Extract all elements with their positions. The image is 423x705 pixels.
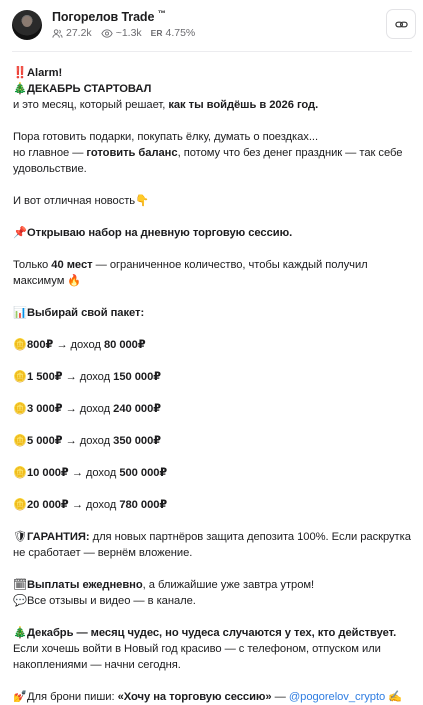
package-income: 240 000₽ [113,403,161,415]
package-amount: 20 000₽ [27,499,69,511]
balance-line: но главное — готовить баланс, потому что… [13,145,411,177]
channel-avatar[interactable] [12,10,42,40]
share-link-button[interactable] [386,9,416,39]
balance-text-a: но главное — [13,147,87,159]
package-income: 780 000₽ [119,499,168,511]
alarm-text: Alarm! [27,67,63,79]
chart-icon: 📊 [13,307,27,319]
eye-icon [101,28,113,38]
views-count: ~1.3k [115,27,142,39]
point-down-icon: 👇 [135,195,149,207]
channel-name[interactable]: Погорелов Trade [52,10,154,24]
package-arrow: → доход [53,339,104,351]
subscribers-stat: 27.2k [52,27,92,39]
contact-phrase: «Хочу на торговую сессию» [117,691,272,703]
news-line: И вот отличная новость👇 [13,193,411,209]
package-amount: 10 000₽ [27,467,69,479]
fire-icon: 🔥 [67,275,82,287]
writing-hand-icon: ✍️ [388,691,403,703]
prep-line: Пора готовить подарки, покупать ёлку, ду… [13,129,411,145]
package-arrow: → доход [62,371,114,383]
package-item: 🪙5 000₽ → доход 350 000₽ [13,433,411,449]
contact-line: 💅Для брони пиши: «Хочу на торговую сесси… [13,689,411,705]
channel-title[interactable]: Погорелов Trade ™ [52,9,166,24]
december-line: 🎄ДЕКАБРЬ СТАРТОВАЛ [13,81,411,97]
package-item: 🪙3 000₽ → доход 240 000₽ [13,401,411,417]
subscribers-count: 27.2k [66,27,92,39]
header-divider [12,51,412,52]
contact-text: Для брони пиши: [27,691,118,703]
places-text-a: Только [13,259,52,271]
shield-icon: 🛡 [13,531,28,543]
intro-text: и это месяц, который решает, [13,99,169,111]
news-text: И вот отличная новость [13,195,136,207]
pin-icon: 📌 [13,227,27,239]
package-amount: 5 000₽ [27,435,63,447]
alarm-icon: ‼️ [13,67,27,79]
december-miracles-line: 🎄Декабрь — месяц чудес, но чудеса случаю… [13,625,411,641]
prep-text: Пора готовить подарки, покупать ёлку, ду… [13,131,319,143]
speech-bubble-icon: 💬 [13,595,27,607]
post-body: ‼️Alarm! 🎄ДЕКАБРЬ СТАРТОВАЛ и это месяц,… [13,65,411,705]
package-income: 350 000₽ [113,435,161,447]
places-bold: 40 мест [51,259,93,271]
channel-stats: 27.2k ~1.3k ER 4.75% [52,27,204,39]
users-icon [52,28,63,38]
package-income: 80 000₽ [103,339,146,351]
package-item: 🪙1 500₽ → доход 150 000₽ [13,369,411,385]
package-heading-text: Выбирай свой пакет: [27,307,145,319]
package-income: 500 000₽ [119,467,168,479]
coin-icon: 🪙 [13,499,27,511]
guarantee-line: 🛡ГАРАНТИЯ: для новых партнёров защита де… [13,529,411,561]
lipstick-icon: 💅 [13,691,27,703]
package-amount: 3 000₽ [27,403,63,415]
contact-dash: — [271,691,289,703]
package-income: 150 000₽ [113,371,161,383]
december-text: ДЕКАБРЬ СТАРТОВАЛ [27,83,152,95]
er-label: ER [150,28,163,38]
package-arrow: → доход [62,435,114,447]
coin-icon: 🪙 [13,403,27,415]
package-arrow: → доход [68,499,120,511]
package-item: 🪙10 000₽ → доход 500 000₽ [13,465,411,481]
payouts-text: , а ближайшие уже завтра утром! [142,579,315,591]
balance-bold: готовить баланс [86,147,178,159]
intro-line: и это месяц, который решает, как ты войд… [13,97,411,113]
package-amount: 1 500₽ [27,371,63,383]
package-item: 🪙20 000₽ → доход 780 000₽ [13,497,411,513]
alarm-line: ‼️Alarm! [13,65,411,81]
intro-bold: как ты войдёшь в 2026 год. [168,99,319,111]
payouts-bold: Выплаты ежедневно [27,579,143,591]
reviews-line: 💬Все отзывы и видео — в канале. [13,593,411,609]
miracles-bold: Декабрь — месяц чудес, но чудеса случают… [27,627,397,639]
session-text: Открываю набор на дневную торговую сесси… [27,227,293,239]
calendar-icon: 🗓 [13,579,28,591]
guarantee-bold: ГАРАНТИЯ: [27,531,90,543]
coin-icon: 🪙 [13,371,27,383]
er-value: 4.75% [165,27,196,39]
new-year-line: Если хочешь войти в Новый год красиво — … [13,641,411,673]
payouts-line: 🗓Выплаты ежедневно, а ближайшие уже завт… [13,577,411,593]
views-stat: ~1.3k [101,27,142,39]
reviews-text: Все отзывы и видео — в канале. [27,595,196,607]
package-heading: 📊Выбирай свой пакет: [13,305,411,321]
er-stat: ER 4.75% [151,27,196,39]
places-line: Только 40 мест — ограниченное количество… [13,257,411,289]
link-icon [394,21,408,27]
trademark-mark: ™ [157,9,166,18]
new-year-text: Если хочешь войти в Новый год красиво — … [13,643,381,671]
package-amount: 800₽ [27,339,54,351]
coin-icon: 🪙 [13,435,27,447]
package-arrow: → доход [68,467,120,479]
package-arrow: → доход [62,403,114,415]
tree-icon: 🎄 [13,627,27,639]
coin-icon: 🪙 [13,467,27,479]
contact-link[interactable]: @pogorelov_crypto [289,691,385,703]
channel-header: Погорелов Trade ™ 27.2k ~1.3k ER 4.75% [0,0,423,52]
coin-icon: 🪙 [13,339,27,351]
package-item: 🪙800₽ → доход 80 000₽ [13,337,411,353]
session-line: 📌Открываю набор на дневную торговую сесс… [13,225,411,241]
tree-icon: 🎄 [13,83,27,95]
